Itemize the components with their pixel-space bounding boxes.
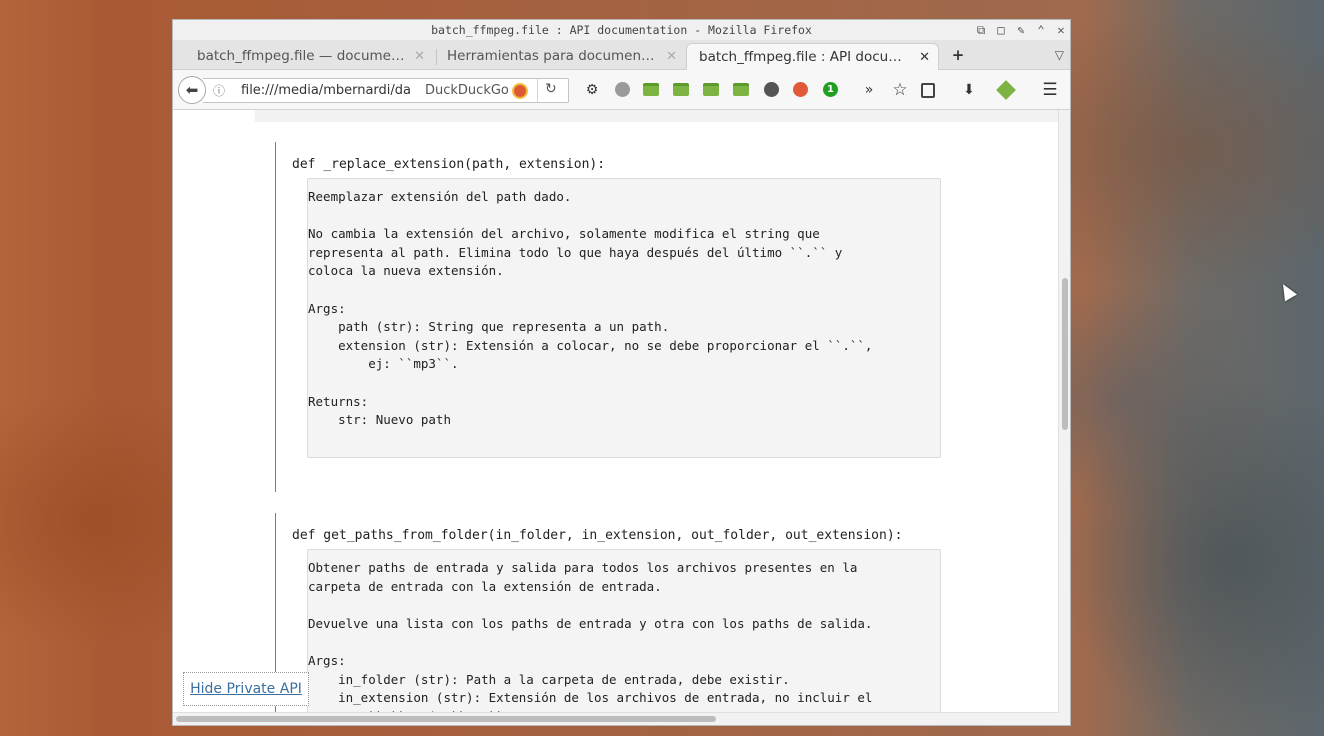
vertical-scroll-thumb[interactable] [1062, 278, 1068, 430]
pin-icon[interactable]: ✎ [1014, 23, 1028, 37]
bookmark-folder-icon[interactable] [643, 83, 659, 96]
page-content: def _replace_extension(path, extension):… [173, 110, 1059, 714]
tab-herramientas[interactable]: Herramientas para documenta… ✕ [435, 43, 685, 70]
docstring-box: Reemplazar extensión del path dado. No c… [307, 178, 941, 458]
reading-list-icon[interactable] [921, 83, 935, 98]
tab-api-documentation[interactable]: batch_ffmpeg.file : API docume… ✕ [686, 43, 939, 70]
back-button[interactable]: ⬅ [178, 76, 206, 104]
function-block: def get_paths_from_folder(in_folder, in_… [275, 513, 955, 714]
hamburger-menu-icon[interactable]: ☰ [1041, 81, 1059, 99]
extension-icon[interactable] [996, 80, 1016, 100]
tab-bar: batch_ffmpeg.file — document… ✕ Herramie… [173, 40, 1070, 70]
browser-window: batch_ffmpeg.file : API documentation - … [172, 19, 1071, 726]
hide-private-api-link[interactable]: Hide Private API [183, 672, 309, 706]
window-title: batch_ffmpeg.file : API documentation - … [431, 23, 812, 37]
docstring-text: Obtener paths de entrada y salida para t… [308, 560, 873, 714]
close-tab-icon[interactable]: ✕ [414, 43, 425, 70]
maximize-icon[interactable]: □ [994, 23, 1008, 37]
tab-label: Herramientas para documenta… [447, 48, 657, 64]
function-signature: def _replace_extension(path, extension): [292, 157, 606, 172]
tab-list-icon[interactable]: ▽ [1055, 43, 1064, 67]
downloads-icon[interactable]: ⬇ [960, 81, 978, 99]
function-block: def _replace_extension(path, extension):… [275, 142, 955, 492]
close-tab-icon[interactable]: ✕ [666, 43, 677, 70]
url-text[interactable]: file:///media/mbernardi/da [241, 83, 421, 98]
shade-icon[interactable]: ⌃ [1034, 23, 1048, 37]
bookmark-folder-icon[interactable] [733, 83, 749, 96]
close-tab-icon[interactable]: ✕ [919, 44, 930, 70]
tab-label: batch_ffmpeg.file : API docume… [699, 49, 909, 65]
duckduckgo-icon[interactable] [512, 83, 528, 99]
window-controls: ⧉ □ ✎ ⌃ ✕ [974, 20, 1068, 40]
tab-batch-ffmpeg-document[interactable]: batch_ffmpeg.file — document… ✕ [185, 43, 433, 70]
bookmark-folder-icon[interactable] [673, 83, 689, 96]
vertical-scrollbar[interactable] [1058, 110, 1070, 714]
mouse-cursor-icon [1276, 280, 1298, 302]
function-signature: def get_paths_from_folder(in_folder, in_… [292, 528, 903, 543]
site-icon[interactable] [764, 82, 779, 97]
globe-icon[interactable] [615, 82, 630, 97]
new-tab-button[interactable]: + [948, 43, 968, 67]
horizontal-scroll-thumb[interactable] [176, 716, 716, 722]
url-divider [537, 79, 538, 102]
overflow-chevron-icon[interactable]: » [860, 81, 878, 99]
bookmark-star-icon[interactable]: ☆ [891, 81, 909, 99]
title-bar: batch_ffmpeg.file : API documentation - … [173, 20, 1070, 40]
close-window-icon[interactable]: ✕ [1054, 23, 1068, 37]
url-bar[interactable]: ⓘ file:///media/mbernardi/da DuckDuckGo … [203, 78, 569, 103]
github-icon[interactable]: ⚙ [583, 81, 601, 99]
navigation-toolbar: ⓘ file:///media/mbernardi/da DuckDuckGo … [173, 70, 1070, 110]
reload-icon[interactable]: ↻ [545, 81, 557, 97]
tab-label: batch_ffmpeg.file — document… [197, 48, 407, 64]
search-input[interactable]: DuckDuckGo [425, 83, 509, 98]
horizontal-scrollbar[interactable] [173, 712, 1059, 725]
prior-section-footer [255, 110, 1059, 122]
docstring-box: Obtener paths de entrada y salida para t… [307, 549, 941, 714]
bookmark-folder-icon[interactable] [703, 83, 719, 96]
reddit-icon[interactable] [793, 82, 808, 97]
badge-icon[interactable]: 1 [823, 82, 838, 97]
restore-icon[interactable]: ⧉ [974, 23, 988, 37]
docstring-text: Reemplazar extensión del path dado. No c… [308, 189, 873, 428]
info-icon[interactable]: ⓘ [213, 82, 225, 99]
